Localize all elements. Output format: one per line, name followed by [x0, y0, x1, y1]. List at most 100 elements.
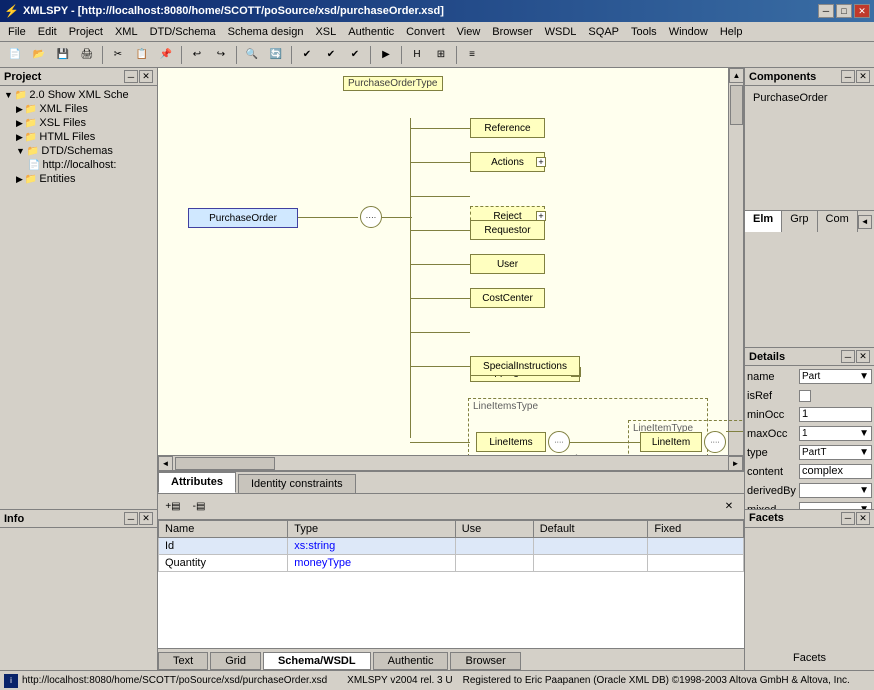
purchase-order-element[interactable]: PurchaseOrder — [188, 208, 298, 228]
facets-close[interactable]: ✕ — [856, 512, 870, 525]
tab-grid[interactable]: Grid — [210, 652, 261, 670]
tab-attributes[interactable]: Attributes — [158, 472, 236, 493]
hscroll-left[interactable]: ◄ — [158, 456, 173, 470]
menu-window[interactable]: Window — [663, 24, 714, 40]
detail-type-value[interactable]: PartT ▼ — [799, 445, 872, 460]
menu-convert[interactable]: Convert — [400, 24, 451, 40]
restore-button[interactable]: □ — [836, 4, 852, 18]
tb-html[interactable]: H — [406, 45, 428, 65]
components-minimize[interactable]: ─ — [841, 70, 855, 83]
details-close[interactable]: ✕ — [856, 350, 870, 363]
lineitems-element[interactable]: LineItems — [476, 432, 546, 452]
entities-expand[interactable]: ▶ — [16, 174, 23, 185]
info-minimize-btn[interactable]: ─ — [124, 512, 138, 525]
actions-element[interactable]: Actions + — [470, 152, 545, 172]
menu-tools[interactable]: Tools — [625, 24, 663, 40]
attr-delete-row[interactable]: -▤ — [188, 497, 210, 517]
xml-files-expand[interactable]: ▶ — [16, 104, 23, 115]
info-close-btn[interactable]: ✕ — [139, 512, 153, 525]
row2-type-link[interactable]: moneyType — [294, 557, 351, 569]
costcenter-element[interactable]: CostCenter — [470, 288, 545, 308]
vscroll-thumb[interactable] — [730, 85, 743, 125]
comp-tab-elm[interactable]: Elm — [745, 211, 782, 232]
tb-copy[interactable]: 📋 — [131, 45, 153, 65]
menu-authentic[interactable]: Authentic — [342, 24, 400, 40]
html-files-expand[interactable]: ▶ — [16, 132, 23, 143]
tab-browser[interactable]: Browser — [450, 652, 520, 670]
tree-localhost[interactable]: 📄 http://localhost: — [26, 158, 155, 172]
tb-undo[interactable]: ↩ — [186, 45, 208, 65]
detail-isref-checkbox[interactable] — [799, 390, 811, 402]
tb-cut[interactable]: ✂ — [107, 45, 129, 65]
reference-element[interactable]: Reference — [470, 118, 545, 138]
detail-maxocc-value[interactable]: 1 ▼ — [799, 426, 872, 441]
menu-help[interactable]: Help — [714, 24, 749, 40]
minimize-button[interactable]: ─ — [818, 4, 834, 18]
hscroll-thumb[interactable] — [175, 457, 275, 470]
detail-name-value[interactable]: Part ▼ — [799, 369, 872, 384]
tab-authentic[interactable]: Authentic — [373, 652, 449, 670]
menu-dtd[interactable]: DTD/Schema — [144, 24, 222, 40]
menu-project[interactable]: Project — [63, 24, 109, 40]
comp-prev[interactable]: ◄ — [858, 215, 872, 229]
lineitem-element[interactable]: LineItem — [640, 432, 702, 452]
requestor-element[interactable]: Requestor — [470, 220, 545, 240]
tree-xsl-files[interactable]: ▶ 📁 XSL Files — [14, 116, 155, 130]
tree-dtd-schemas[interactable]: ▼ 📁 DTD/Schemas — [14, 144, 155, 158]
tb-paste[interactable]: 📌 — [155, 45, 177, 65]
detail-mixed-value[interactable]: ▼ — [799, 502, 872, 510]
schema-hscroll[interactable]: ◄ ► — [158, 455, 743, 470]
expand-icon[interactable]: ▼ — [4, 90, 13, 100]
menu-xsl[interactable]: XSL — [309, 24, 342, 40]
tb-print[interactable]: 🖨 — [76, 45, 98, 65]
tb-new[interactable]: 📄 — [4, 45, 26, 65]
detail-derivedby-value[interactable]: ▼ — [799, 483, 872, 498]
menu-sqap[interactable]: SQAP — [582, 24, 625, 40]
tb-expand[interactable]: ⊞ — [430, 45, 452, 65]
xsl-files-expand[interactable]: ▶ — [16, 118, 23, 129]
table-row[interactable]: Id xs:string — [159, 538, 744, 555]
schema-vscroll[interactable]: ▲ ▼ — [728, 68, 743, 470]
components-close[interactable]: ✕ — [856, 70, 870, 83]
table-row[interactable]: Quantity moneyType — [159, 555, 744, 572]
tb-xslt[interactable]: ▶ — [375, 45, 397, 65]
vscroll-up[interactable]: ▲ — [729, 68, 744, 83]
tree-html-files[interactable]: ▶ 📁 HTML Files — [14, 130, 155, 144]
menu-view[interactable]: View — [451, 24, 487, 40]
hscroll-right[interactable]: ► — [728, 456, 743, 470]
row1-type-link[interactable]: xs:string — [294, 540, 335, 552]
project-minimize-btn[interactable]: ─ — [124, 70, 138, 83]
details-minimize[interactable]: ─ — [841, 350, 855, 363]
menu-browser[interactable]: Browser — [486, 24, 538, 40]
tab-text[interactable]: Text — [158, 652, 208, 670]
tb-check3[interactable]: ✔ — [344, 45, 366, 65]
menu-edit[interactable]: Edit — [32, 24, 63, 40]
menu-wsdl[interactable]: WSDL — [539, 24, 583, 40]
menu-file[interactable]: File — [2, 24, 32, 40]
tb-check2[interactable]: ✔ — [320, 45, 342, 65]
menu-schema-design[interactable]: Schema design — [222, 24, 310, 40]
comp-tab-com[interactable]: Com — [818, 211, 858, 232]
close-button[interactable]: ✕ — [854, 4, 870, 18]
detail-minocc-value[interactable]: 1 — [799, 407, 872, 422]
tb-check1[interactable]: ✔ — [296, 45, 318, 65]
attr-add-row[interactable]: +▤ — [162, 497, 184, 517]
tree-entities[interactable]: ▶ 📁 Entities — [14, 172, 155, 186]
tb-save[interactable]: 💾 — [52, 45, 74, 65]
menu-xml[interactable]: XML — [109, 24, 144, 40]
comp-tab-grp[interactable]: Grp — [782, 211, 817, 232]
tb-open[interactable]: 📂 — [28, 45, 50, 65]
tree-xml-files[interactable]: ▶ 📁 XML Files — [14, 102, 155, 116]
tb-find[interactable]: 🔍 — [241, 45, 263, 65]
dtd-expand[interactable]: ▼ — [16, 146, 25, 156]
tree-project-root[interactable]: ▼ 📁 2.0 Show XML Sche — [2, 88, 155, 102]
facets-minimize[interactable]: ─ — [841, 512, 855, 525]
attr-close[interactable]: ✕ — [718, 497, 740, 517]
tab-identity-constraints[interactable]: Identity constraints — [238, 474, 356, 493]
tab-schema-wsdl[interactable]: Schema/WSDL — [263, 652, 371, 670]
user-element[interactable]: User — [470, 254, 545, 274]
tb-replace[interactable]: 🔄 — [265, 45, 287, 65]
tb-more[interactable]: ≡ — [461, 45, 483, 65]
special-element[interactable]: SpecialInstructions — [470, 356, 580, 376]
tb-redo[interactable]: ↪ — [210, 45, 232, 65]
